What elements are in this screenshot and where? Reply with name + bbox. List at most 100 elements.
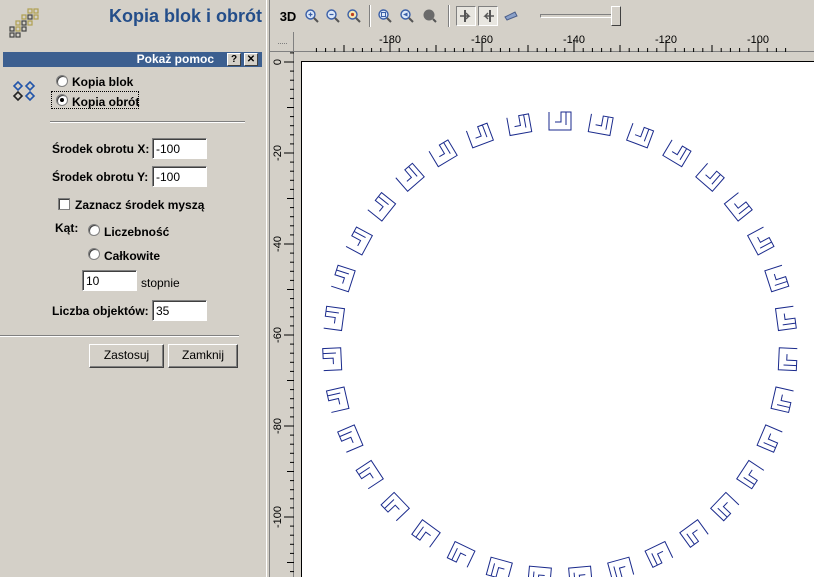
center-x-label: Środek obrotu X: bbox=[52, 142, 150, 156]
objects-count-input[interactable] bbox=[152, 300, 207, 321]
pattern-copy bbox=[695, 162, 725, 193]
pattern-copy bbox=[662, 139, 692, 168]
view-3d-button[interactable]: 3D bbox=[276, 6, 300, 26]
zoom-out-icon[interactable] bbox=[323, 6, 343, 26]
zoom-in-icon[interactable] bbox=[302, 6, 322, 26]
ruler-label: -100 bbox=[747, 34, 769, 46]
help-bar: Pokaż pomoc ? ✕ bbox=[3, 52, 262, 67]
vertical-ruler: 0 -20 -40 -60 -80 -100 bbox=[270, 52, 294, 577]
pattern-copy bbox=[325, 386, 350, 413]
angle-unit-label: stopnie bbox=[141, 276, 180, 290]
grid-icon[interactable] bbox=[478, 6, 498, 26]
angle-label: Kąt: bbox=[55, 221, 79, 235]
rotated-pattern bbox=[322, 111, 798, 577]
zoom-previous-icon[interactable] bbox=[397, 6, 417, 26]
zoom-fit-icon[interactable] bbox=[344, 6, 364, 26]
pattern-copy bbox=[355, 459, 384, 490]
drawing-canvas[interactable] bbox=[294, 52, 814, 577]
ruler-corner[interactable] bbox=[270, 32, 294, 52]
copy-rotate-panel: Kopia blok i obrót Pokaż pomoc ? ✕ Kopia… bbox=[0, 0, 266, 577]
measure-icon[interactable] bbox=[501, 6, 521, 26]
pattern-copy bbox=[644, 540, 674, 568]
pattern-copy bbox=[345, 226, 374, 256]
mark-center-label[interactable]: Zaznacz środek myszą bbox=[75, 198, 204, 212]
ruler-label: -60 bbox=[272, 327, 284, 343]
pattern-copy bbox=[723, 192, 753, 222]
angle-input[interactable] bbox=[82, 270, 137, 291]
pattern-copy bbox=[568, 565, 593, 577]
pattern-copy bbox=[756, 424, 783, 453]
pan-icon[interactable] bbox=[420, 6, 440, 26]
pattern-copy bbox=[548, 111, 572, 131]
zoom-window-icon[interactable] bbox=[375, 6, 395, 26]
toolbar: 3D bbox=[270, 0, 814, 32]
pattern-copy bbox=[764, 264, 790, 293]
show-help-link[interactable]: Pokaż pomoc bbox=[137, 52, 214, 67]
toolbar-separator bbox=[448, 5, 450, 27]
ruler-label: -20 bbox=[272, 145, 284, 161]
pattern-copy bbox=[367, 191, 397, 222]
center-x-input[interactable] bbox=[152, 138, 207, 159]
pattern-copy bbox=[777, 347, 798, 372]
pattern-copy bbox=[331, 264, 356, 293]
copy-rotate-radio[interactable] bbox=[56, 94, 68, 106]
pattern-copy bbox=[770, 386, 794, 414]
toolbar-separator bbox=[369, 5, 371, 27]
pattern-copy bbox=[506, 113, 533, 137]
panel-title: Kopia blok i obrót bbox=[109, 6, 262, 26]
pattern-copy bbox=[380, 491, 411, 522]
angle-count-label[interactable]: Liczebność bbox=[104, 225, 169, 239]
pattern-copy bbox=[395, 162, 425, 193]
pattern-copy bbox=[322, 347, 343, 372]
pattern-copy bbox=[587, 113, 614, 137]
pattern-copy bbox=[323, 305, 346, 332]
pattern-copy bbox=[736, 459, 765, 490]
ruler-label: -180 bbox=[379, 34, 401, 46]
mark-center-checkbox[interactable] bbox=[58, 198, 70, 210]
center-y-input[interactable] bbox=[152, 166, 207, 187]
ruler-label: -40 bbox=[272, 236, 284, 252]
divider bbox=[50, 121, 245, 123]
pattern-copy bbox=[337, 424, 364, 453]
snap-icon[interactable] bbox=[456, 6, 476, 26]
copy-pattern-icon bbox=[12, 80, 36, 102]
horizontal-ruler: -180 -160 -140 -120 -100 bbox=[294, 32, 814, 52]
canvas-area: -180 -160 -140 -120 -100 0 -20 -40 -60 -80 -100 bbox=[270, 32, 814, 577]
ruler-label: 0 bbox=[272, 59, 284, 65]
close-panel-button[interactable]: ✕ bbox=[244, 53, 258, 66]
pattern-copy bbox=[446, 540, 476, 568]
divider bbox=[0, 335, 239, 337]
copy-rotate-label[interactable]: Kopia obrót bbox=[72, 95, 139, 109]
ruler-label: -120 bbox=[655, 34, 677, 46]
ruler-label: -140 bbox=[563, 34, 585, 46]
zoom-slider-track[interactable] bbox=[540, 14, 620, 18]
apply-button[interactable]: Zastosuj bbox=[89, 344, 164, 368]
pattern-copy bbox=[411, 519, 441, 548]
angle-total-label[interactable]: Całkowite bbox=[104, 249, 160, 263]
pattern-copy bbox=[485, 556, 513, 577]
pattern-copy bbox=[527, 565, 552, 577]
copy-block-label[interactable]: Kopia blok bbox=[72, 75, 133, 89]
pattern-copy bbox=[679, 519, 709, 548]
center-y-label: Środek obrotu Y: bbox=[52, 170, 149, 184]
pattern-copy bbox=[709, 491, 740, 522]
angle-total-radio[interactable] bbox=[88, 248, 100, 260]
ruler-label: -100 bbox=[272, 506, 284, 528]
help-button[interactable]: ? bbox=[227, 53, 241, 66]
zoom-slider-thumb[interactable] bbox=[611, 6, 621, 26]
pattern-copy bbox=[746, 226, 775, 256]
angle-count-radio[interactable] bbox=[88, 224, 100, 236]
close-button[interactable]: Zamknij bbox=[168, 344, 238, 368]
horizontal-ruler-ticks: -180 -160 -140 -120 -100 bbox=[315, 34, 787, 52]
pattern-copy bbox=[465, 122, 495, 149]
objects-count-label: Liczba objektów: bbox=[52, 304, 149, 318]
ruler-label: -160 bbox=[471, 34, 493, 46]
copy-block-radio[interactable] bbox=[56, 75, 68, 87]
pattern-copy bbox=[625, 123, 655, 149]
vertical-ruler-ticks: 0 -20 -40 -60 -80 -100 bbox=[272, 52, 294, 573]
ruler-label: -80 bbox=[272, 418, 284, 434]
pattern-copy bbox=[428, 139, 458, 168]
pattern-copy bbox=[774, 305, 797, 332]
pattern-copy bbox=[607, 556, 635, 577]
app-logo-icon bbox=[9, 8, 39, 38]
